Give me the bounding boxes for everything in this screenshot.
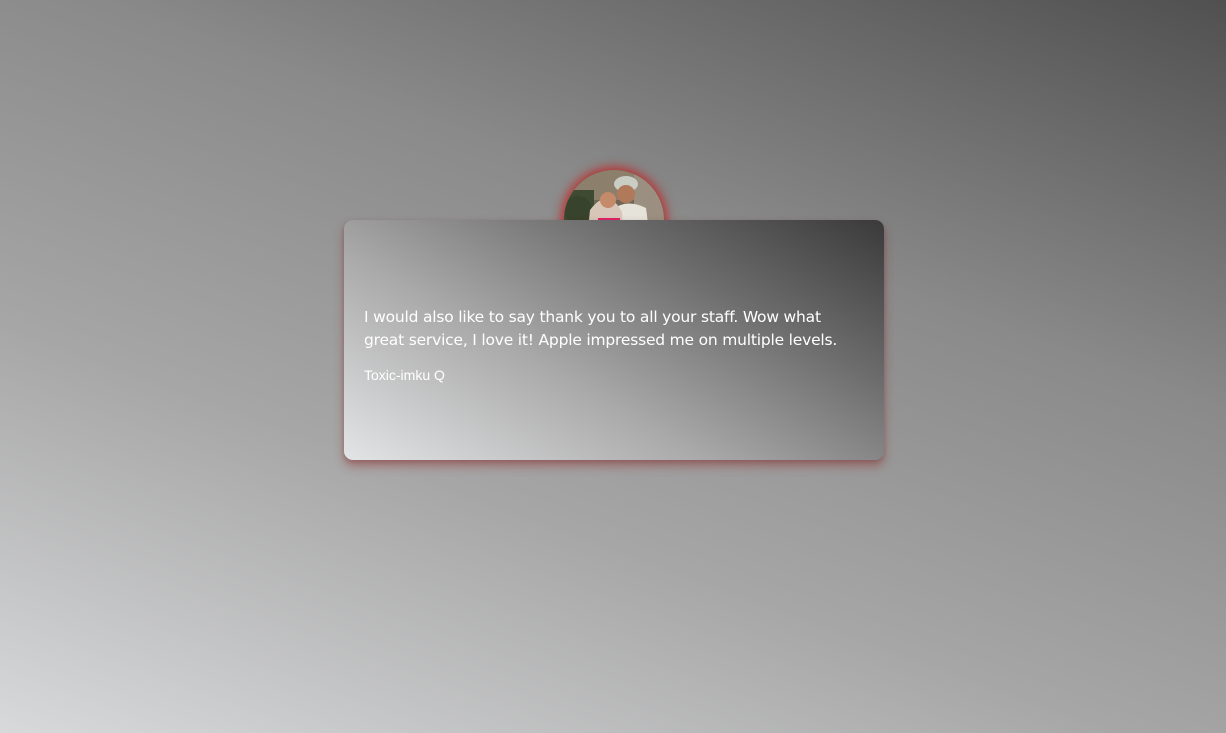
testimonial-quote: I would also like to say thank you to al… — [364, 308, 838, 349]
testimonial-author: Toxic-imku Q — [364, 367, 445, 383]
testimonial-card: I would also like to say thank you to al… — [344, 220, 884, 460]
